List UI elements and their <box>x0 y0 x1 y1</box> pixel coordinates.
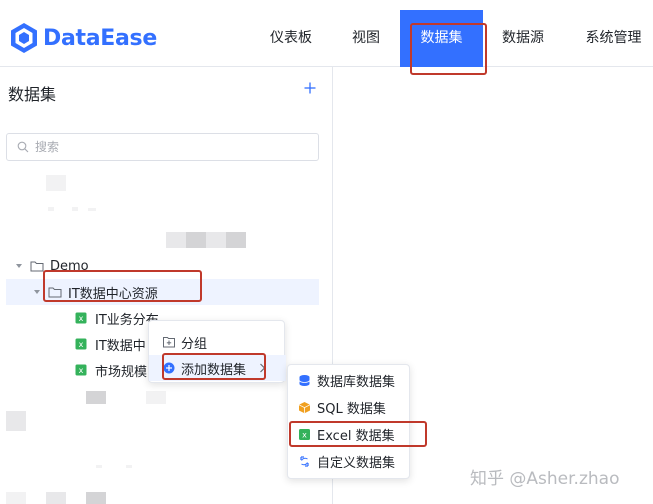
tree-node-label: 市场规模 <box>95 364 148 380</box>
redacted-block <box>146 391 166 404</box>
custom-dataset-icon <box>300 455 309 467</box>
nav-view[interactable]: 视图 <box>336 10 396 67</box>
menu-item-label: 数据库数据集 <box>317 374 396 390</box>
redacted-block <box>186 232 206 248</box>
redacted-block <box>46 492 66 504</box>
menu-item-custom-dataset[interactable]: 自定义数据集 <box>288 448 409 474</box>
plus-icon <box>304 82 316 94</box>
add-folder-icon <box>163 337 175 348</box>
menu-item-label: 分组 <box>181 336 208 352</box>
redacted-block <box>96 465 102 468</box>
redacted-block <box>6 411 26 431</box>
excel-icon: x <box>75 312 87 324</box>
redacted-block <box>86 492 106 504</box>
tree-node-label: IT数据中 <box>95 338 146 354</box>
menu-item-label: SQL 数据集 <box>317 401 386 417</box>
svg-text:x: x <box>79 314 84 323</box>
redacted-block <box>226 232 246 248</box>
top-navigation-bar: DataEase 仪表板 视图 数据集 数据源 系统管理 <box>0 10 653 67</box>
redacted-block <box>86 391 106 404</box>
menu-item-db-dataset[interactable]: 数据库数据集 <box>288 367 409 393</box>
tree-node-it-data[interactable]: x IT数据中 <box>75 332 146 356</box>
svg-text:x: x <box>79 366 84 375</box>
app-logo[interactable]: DataEase <box>9 22 157 54</box>
nav-dashboard[interactable]: 仪表板 <box>256 10 326 67</box>
redacted-block <box>166 232 186 248</box>
excel-icon: x <box>75 364 87 376</box>
search-input[interactable] <box>35 140 295 154</box>
caret-down-icon[interactable] <box>32 287 42 297</box>
annotation-box-nav-dataset <box>410 23 487 75</box>
tree-node-market-size[interactable]: x 市场规模 <box>75 358 147 382</box>
redacted-block <box>72 207 78 211</box>
annotation-box-add-dataset <box>162 353 266 380</box>
nav-system-admin[interactable]: 系统管理 <box>574 10 653 67</box>
menu-item-add-group[interactable]: 分组 <box>149 329 286 355</box>
redacted-block <box>126 465 132 468</box>
sql-cube-icon <box>298 401 311 413</box>
watermark-text: 知乎 @Asher.zhao <box>470 469 620 489</box>
redacted-block <box>6 492 26 504</box>
tree-node-it-business[interactable]: x IT业务分布 <box>75 306 159 330</box>
annotation-box-folder <box>43 270 202 302</box>
top-strip <box>0 0 653 10</box>
nav-datasource[interactable]: 数据源 <box>488 10 558 67</box>
folder-icon <box>30 261 44 272</box>
redacted-block <box>88 208 96 211</box>
caret-down-icon[interactable] <box>14 261 24 271</box>
excel-icon: x <box>75 338 87 350</box>
menu-item-label: 自定义数据集 <box>317 455 396 471</box>
database-icon <box>299 374 310 386</box>
dataease-logo-icon <box>11 23 37 53</box>
redacted-block <box>46 175 66 191</box>
search-box[interactable] <box>6 133 319 161</box>
add-dataset-button[interactable] <box>304 77 316 101</box>
menu-item-sql-dataset[interactable]: SQL 数据集 <box>288 394 409 420</box>
svg-text:x: x <box>79 340 84 349</box>
redacted-block <box>48 207 54 211</box>
redacted-block <box>206 232 226 248</box>
sidebar-title: 数据集 <box>8 85 57 104</box>
annotation-box-excel-dataset <box>289 421 427 447</box>
app-name: DataEase <box>43 25 157 51</box>
search-icon <box>17 141 29 153</box>
